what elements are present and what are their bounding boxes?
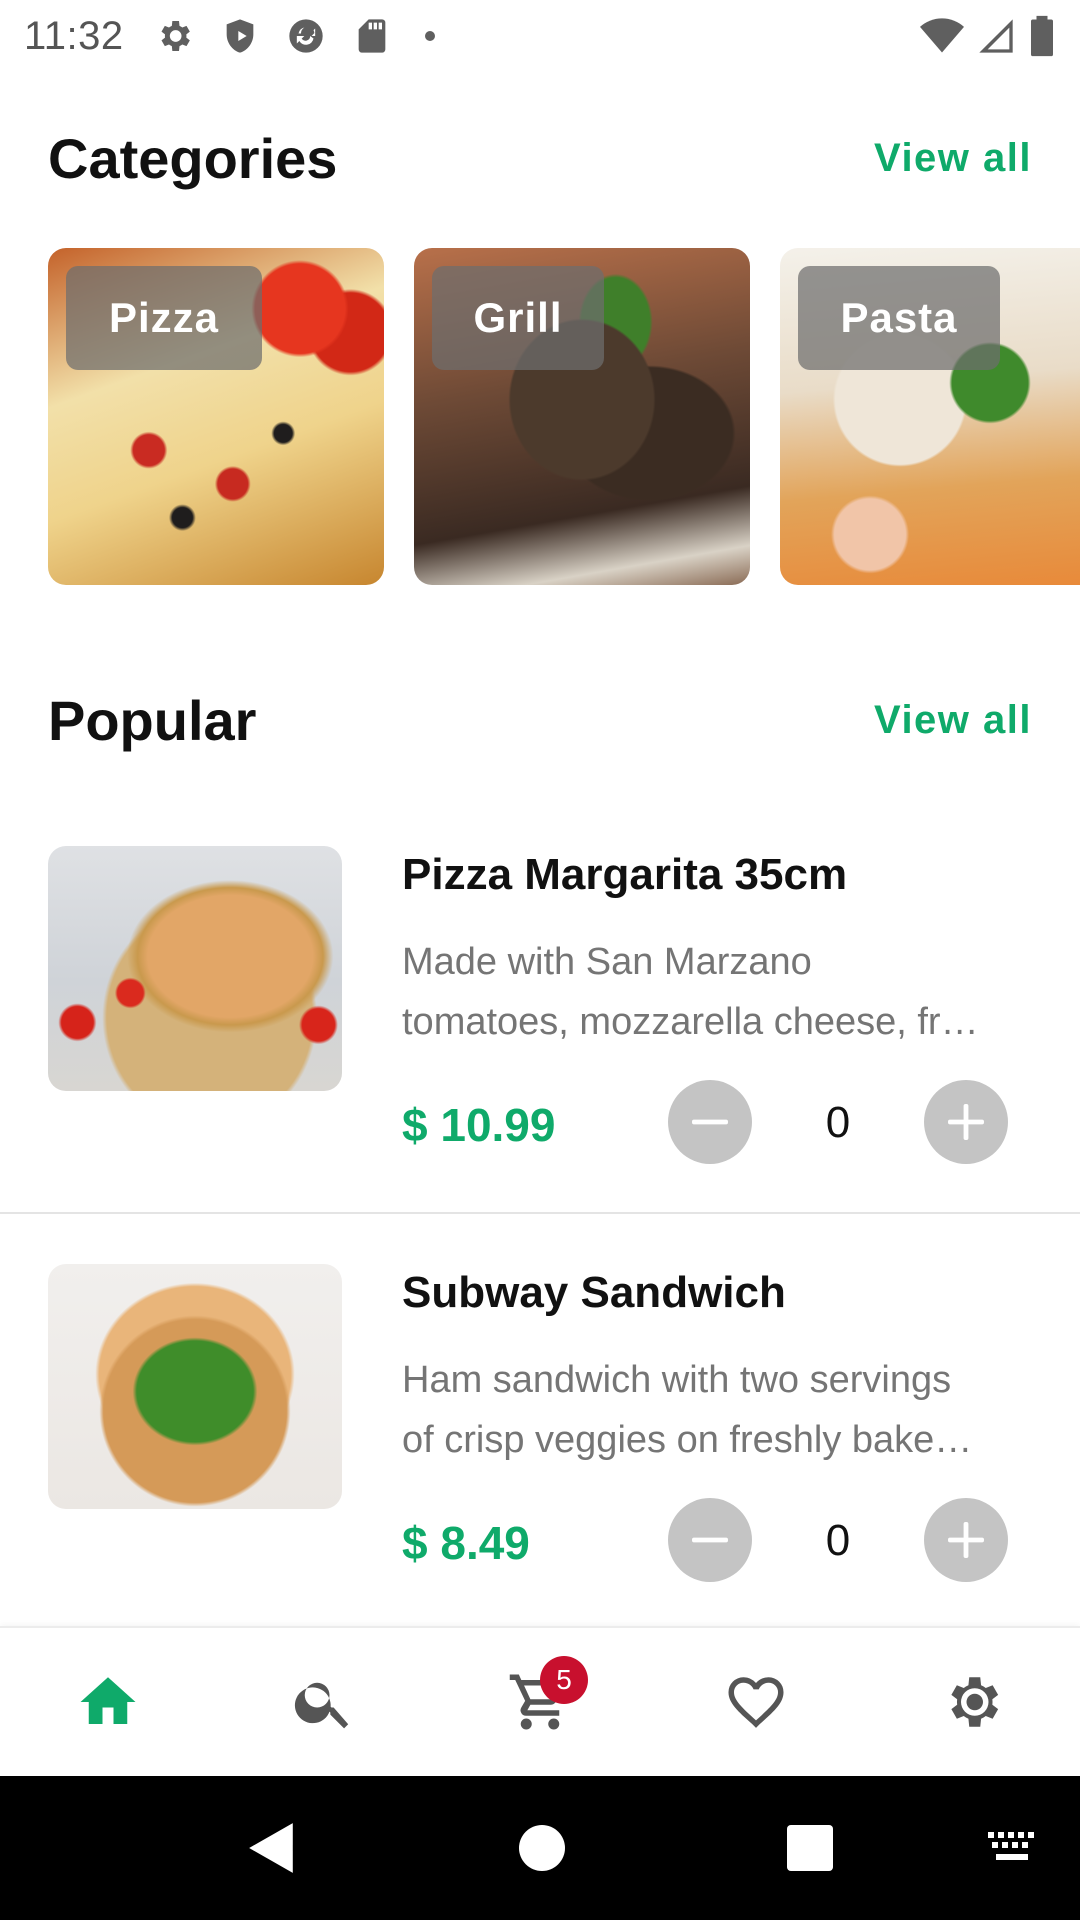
- nav-search[interactable]: [264, 1642, 384, 1762]
- system-back-button[interactable]: [240, 1816, 304, 1880]
- cart-count-badge: 5: [540, 1656, 588, 1704]
- product-name: Pizza Margarita 35cm: [402, 850, 848, 899]
- categories-carousel[interactable]: Pizza Grill Pasta: [48, 248, 1080, 585]
- popular-view-all-link[interactable]: View all: [874, 698, 1032, 743]
- system-recents-button[interactable]: [778, 1816, 842, 1880]
- popular-header: Popular View all: [48, 688, 1032, 753]
- back-icon: [249, 1823, 293, 1873]
- shield-icon: [226, 19, 253, 53]
- quantity-value: 0: [825, 1516, 851, 1565]
- category-card-grill[interactable]: Grill: [414, 248, 750, 585]
- system-navigation-bar: [0, 1776, 1080, 1920]
- status-icons-right: [920, 14, 1056, 58]
- product-description-line: of crisp veggies on freshly bake…: [402, 1419, 973, 1461]
- settings-icon: [951, 1677, 999, 1727]
- quantity-value: 0: [825, 1098, 851, 1147]
- battery-icon: [1031, 15, 1053, 57]
- sync-icon: [288, 19, 323, 53]
- product-price: $ 8.49: [402, 1517, 530, 1569]
- status-bar: 11:32: [0, 0, 1080, 72]
- increase-quantity-button[interactable]: [924, 1080, 1008, 1164]
- minus-icon: [692, 1537, 728, 1543]
- increase-quantity-button[interactable]: [924, 1498, 1008, 1582]
- categories-view-all-link[interactable]: View all: [874, 136, 1032, 181]
- product-image[interactable]: [48, 846, 342, 1091]
- signal-icon: [979, 19, 1013, 53]
- bottom-navigation: 5: [0, 1626, 1080, 1776]
- status-time: 11:32: [24, 13, 124, 58]
- plus-icon: [948, 1104, 984, 1140]
- product-description-line: Made with San Marzano: [402, 941, 812, 983]
- product-description: Ham sandwich with two servings of crisp …: [402, 1350, 1032, 1470]
- nav-cart[interactable]: 5: [480, 1642, 600, 1762]
- product-item[interactable]: Subway Sandwich Ham sandwich with two se…: [0, 1214, 1080, 1632]
- product-item[interactable]: Pizza Margarita 35cm Made with San Marza…: [0, 796, 1080, 1214]
- nav-favorites[interactable]: [696, 1642, 816, 1762]
- product-description: Made with San Marzano tomatoes, mozzarel…: [402, 932, 1032, 1052]
- popular-title: Popular: [48, 689, 257, 752]
- category-label: Grill: [432, 266, 604, 370]
- product-image[interactable]: [48, 1264, 342, 1509]
- status-icons-left: [154, 16, 442, 56]
- plus-icon: [948, 1522, 984, 1558]
- category-label: Pasta: [798, 266, 1000, 370]
- minus-icon: [692, 1119, 728, 1125]
- product-description-line: Ham sandwich with two servings: [402, 1359, 952, 1401]
- gear-icon: [161, 21, 190, 51]
- product-name: Subway Sandwich: [402, 1268, 786, 1317]
- category-card-pizza[interactable]: Pizza: [48, 248, 384, 585]
- keyboard-icon: [988, 1832, 1034, 1860]
- product-price: $ 10.99: [402, 1099, 556, 1151]
- nav-settings[interactable]: [912, 1642, 1032, 1762]
- search-icon: [294, 1682, 349, 1729]
- category-card-pasta[interactable]: Pasta: [780, 248, 1080, 585]
- sd-card-icon: [358, 19, 385, 53]
- favorite-icon: [728, 1677, 784, 1728]
- home-circle-icon: [519, 1825, 565, 1871]
- system-keyboard-button[interactable]: [980, 1820, 1044, 1876]
- nav-home[interactable]: [48, 1642, 168, 1762]
- decrease-quantity-button[interactable]: [668, 1080, 752, 1164]
- recents-icon: [787, 1825, 833, 1871]
- dot-icon: [424, 31, 435, 41]
- product-description-line: tomatoes, mozzarella cheese, fr…: [402, 1001, 979, 1043]
- system-home-button[interactable]: [510, 1816, 574, 1880]
- categories-title: Categories: [48, 127, 338, 190]
- home-icon: [80, 1677, 136, 1724]
- categories-header: Categories View all: [48, 126, 1032, 191]
- decrease-quantity-button[interactable]: [668, 1498, 752, 1582]
- wifi-icon: [920, 18, 964, 53]
- category-label: Pizza: [66, 266, 262, 370]
